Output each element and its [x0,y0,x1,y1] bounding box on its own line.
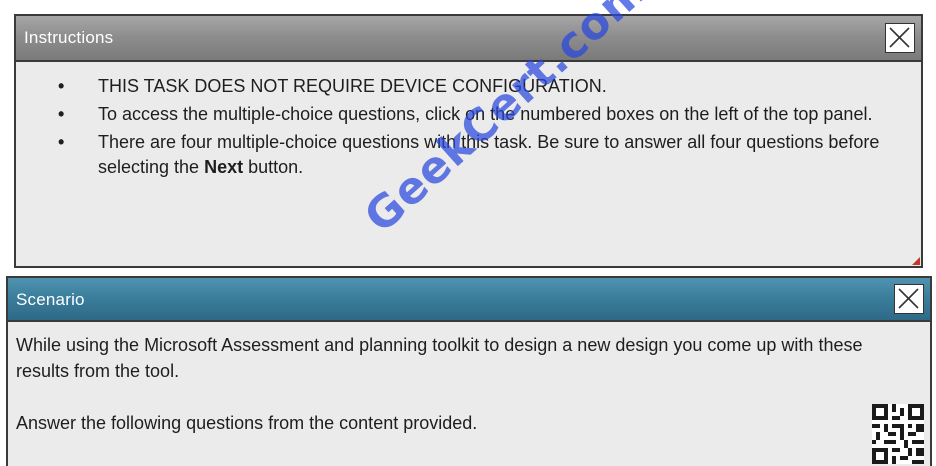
qr-code-icon [872,404,924,464]
instructions-titlebar: Instructions [16,16,921,62]
scenario-panel: Scenario While using the Microsoft Asses… [6,276,932,466]
bullet: • [58,104,65,124]
instruction-text: To access the multiple-choice questions,… [98,104,873,124]
scenario-titlebar: Scenario [8,278,930,322]
instruction-text: THIS TASK DOES NOT REQUIRE DEVICE CONFIG… [98,76,607,96]
close-icon [898,288,919,309]
close-icon [889,27,910,48]
instructions-title: Instructions [24,28,114,47]
scenario-paragraph: Answer the following questions from the … [16,413,478,433]
next-keyword: Next [204,157,244,177]
scenario-close-button[interactable] [894,284,924,314]
instruction-item: • THIS TASK DOES NOT REQUIRE DEVICE CONF… [56,74,918,99]
bullet: • [58,76,65,96]
instructions-list: • THIS TASK DOES NOT REQUIRE DEVICE CONF… [56,74,918,183]
resize-handle[interactable] [912,257,920,265]
instruction-item: • There are four multiple-choice questio… [56,130,918,180]
bullet: • [58,132,65,152]
scenario-title: Scenario [16,290,85,309]
instruction-item: • To access the multiple-choice question… [56,102,918,127]
scenario-paragraph: While using the Microsoft Assessment and… [16,335,863,381]
instruction-text-after: button. [243,157,304,177]
instructions-panel: Instructions • THIS TASK DOES NOT REQUIR… [14,14,923,268]
instructions-close-button[interactable] [885,23,915,53]
scenario-body: While using the Microsoft Assessment and… [16,332,896,436]
